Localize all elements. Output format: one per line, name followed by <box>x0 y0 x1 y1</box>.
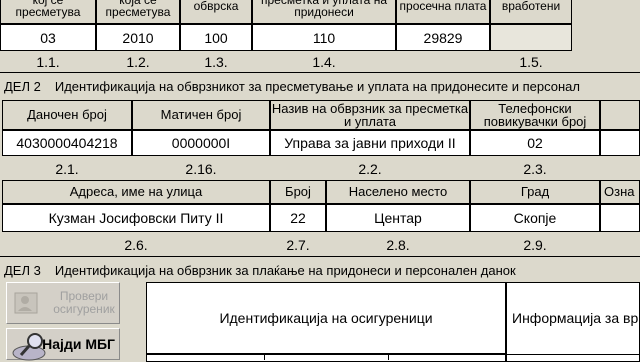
field-registration-number[interactable]: 0000000I <box>132 130 270 156</box>
code-2-2: 2.2. <box>270 160 470 178</box>
hdr-street-number: Број <box>270 180 326 204</box>
hdr-extra <box>600 100 640 130</box>
section-3-subtitle: Идентификација на обврзник за плаќање на… <box>54 262 516 278</box>
hdr-obligor-name: Назив на обврзник за пресметка и уплата <box>270 100 470 130</box>
hdr-mark: Озна <box>600 180 640 204</box>
field-phone-code[interactable]: 02 <box>470 130 600 156</box>
table-row <box>146 354 640 360</box>
code-2-7: 2.7. <box>270 236 326 254</box>
field-extra[interactable] <box>600 130 640 156</box>
check-insured-label: Провери осигуреник <box>53 289 115 316</box>
hdr-year: која се пресметува <box>96 0 180 24</box>
check-insured-button[interactable]: Провери осигуреник <box>6 282 120 324</box>
code-2-8: 2.8. <box>326 236 470 254</box>
field-employees[interactable] <box>490 24 572 51</box>
hdr-city: Град <box>470 180 600 204</box>
field-mark[interactable] <box>600 204 640 232</box>
field-city[interactable]: Скопје <box>470 204 600 232</box>
field-obligation[interactable]: 100 <box>180 24 252 51</box>
divider <box>0 72 640 73</box>
find-icon <box>12 333 46 361</box>
code-2-9: 2.9. <box>470 236 600 254</box>
hdr-street: Адреса, име на улица <box>2 180 270 204</box>
hdr-phone-code: Телефонски повикувачки број <box>470 100 600 130</box>
field-tax-number[interactable]: 4030000404218 <box>2 130 132 156</box>
code-2-16: 2.16. <box>132 160 270 178</box>
section-2-header: ДЕЛ 2 Идентификација на обврзникот за пр… <box>0 76 640 96</box>
check-user-icon <box>14 292 38 314</box>
hdr-registration-number: Матичен број <box>132 100 270 130</box>
hdr-average-salary: просечна плата <box>396 0 490 24</box>
code-1-5: 1.5. <box>490 52 572 72</box>
code-1-4: 1.4. <box>252 52 396 72</box>
hdr-obligation: обврска <box>180 0 252 24</box>
field-year[interactable]: 2010 <box>96 24 180 51</box>
section-3-title: ДЕЛ 3 <box>4 262 41 278</box>
divider <box>0 256 640 257</box>
section-2-subtitle: Идентификација на обврзникот за пресмету… <box>54 78 581 94</box>
code-1-1: 1.1. <box>0 52 96 72</box>
field-obligor-name[interactable]: Управа за јавни приходи II <box>270 130 470 156</box>
code-2-3: 2.3. <box>470 160 600 178</box>
section-3-header: ДЕЛ 3 Идентификација на обврзник за плаќ… <box>0 260 640 280</box>
field-period-code[interactable]: 03 <box>0 24 96 51</box>
divider <box>388 354 389 360</box>
field-street[interactable]: Кузман Јосифовски Питу II <box>2 204 270 232</box>
field-settlement[interactable]: Центар <box>326 204 470 232</box>
divider <box>264 354 265 360</box>
code-2-6: 2.6. <box>2 236 270 254</box>
field-average-salary[interactable]: 29829 <box>396 24 490 51</box>
section-2-title: ДЕЛ 2 <box>4 78 41 94</box>
hdr-settlement: Населено место <box>326 180 470 204</box>
hdr-period-code: кој се пресметува <box>0 0 96 24</box>
field-street-number[interactable]: 22 <box>270 204 326 232</box>
hdr-employees: вработени <box>490 0 572 24</box>
code-2-1: 2.1. <box>2 160 132 178</box>
col-information: Информација за вр <box>512 310 639 326</box>
field-contribution[interactable]: 110 <box>252 24 396 51</box>
col-insured-identification: Идентификација на осигуреници <box>146 282 506 354</box>
code-1-3: 1.3. <box>180 52 252 72</box>
code-1-2: 1.2. <box>96 52 180 72</box>
find-mbg-label: Најди МБГ <box>42 336 115 352</box>
find-mbg-button[interactable]: Најди МБГ <box>6 328 120 361</box>
hdr-contribution: пресметка и уплата на придонеси <box>252 0 396 24</box>
hdr-tax-number: Даночен број <box>2 100 132 130</box>
